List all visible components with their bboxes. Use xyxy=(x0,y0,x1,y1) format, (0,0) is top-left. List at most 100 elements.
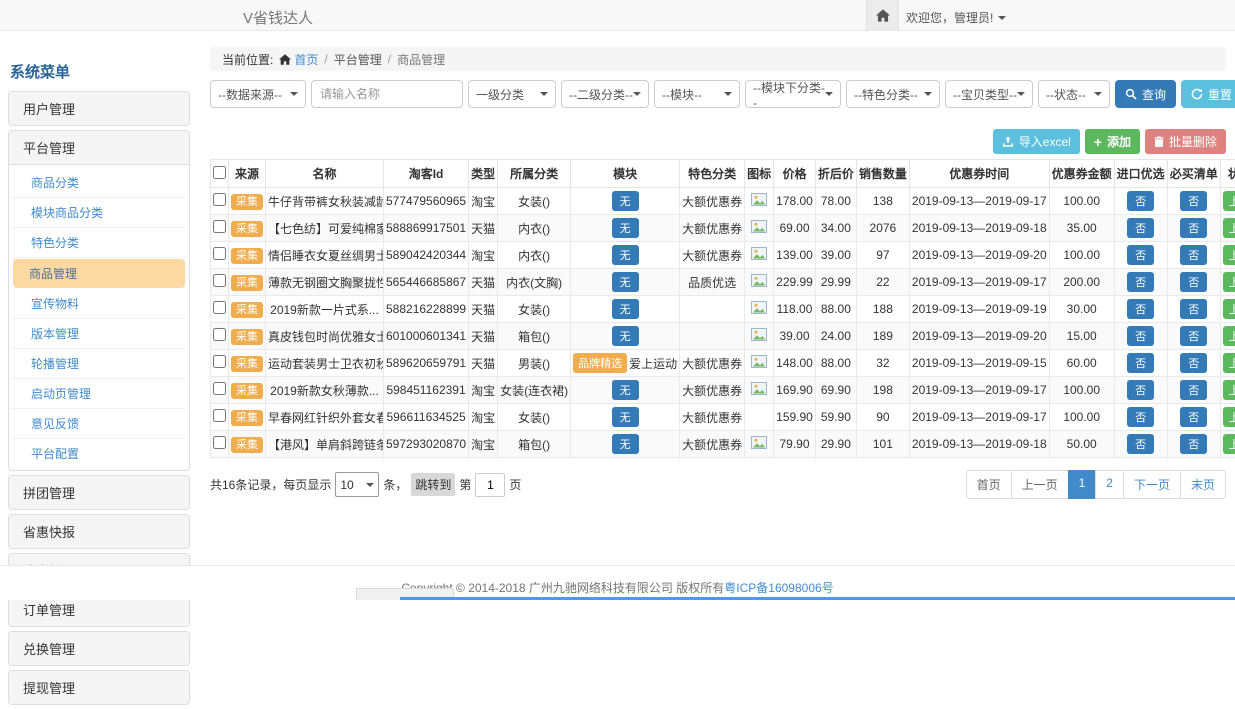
import-select-toggle[interactable]: 否 xyxy=(1127,191,1154,211)
pager-button[interactable]: 2 xyxy=(1095,470,1124,499)
import-select-toggle[interactable]: 否 xyxy=(1127,299,1154,319)
must-buy-toggle[interactable]: 否 xyxy=(1180,353,1207,373)
filter-select-feature-category[interactable]: --特色分类-- xyxy=(846,80,940,108)
import-select-toggle[interactable]: 否 xyxy=(1127,434,1154,454)
row-checkbox[interactable] xyxy=(213,220,226,233)
status-badge[interactable]: 上架 xyxy=(1223,380,1235,400)
module-cell: 无 xyxy=(571,188,680,215)
bulk-delete-button[interactable]: 批量删除 xyxy=(1145,129,1226,154)
filter-select-level2-category[interactable]: --二级分类-- xyxy=(561,80,649,108)
import-select-toggle[interactable]: 否 xyxy=(1127,218,1154,238)
sidebar-section-header[interactable]: 省惠快报 xyxy=(9,515,189,548)
must-buy-toggle[interactable]: 否 xyxy=(1180,299,1207,319)
status-badge[interactable]: 上架 xyxy=(1223,191,1235,211)
status-badge[interactable]: 上架 xyxy=(1223,245,1235,265)
pager-button[interactable]: 上一页 xyxy=(1011,470,1069,499)
table-row: 采集真皮钱包时尚优雅女士...601000601341天猫箱包()无39.002… xyxy=(211,323,1235,350)
row-checkbox[interactable] xyxy=(213,409,226,422)
sidebar-item[interactable]: 意见反馈 xyxy=(11,409,187,439)
filter-select-module[interactable]: --模块-- xyxy=(654,80,740,108)
table-row: 采集2019新款一片式系...588216228899天猫女装()无118.00… xyxy=(211,296,1235,323)
sidebar-item[interactable]: 模块商品分类 xyxy=(11,198,187,228)
product-image-icon xyxy=(751,355,767,368)
status-badge[interactable]: 上架 xyxy=(1223,299,1235,319)
status-badge[interactable]: 上架 xyxy=(1223,434,1235,454)
status-badge[interactable]: 上架 xyxy=(1223,218,1235,238)
page-size-select[interactable]: 10 xyxy=(335,472,379,497)
filter-select-level1-category[interactable]: 一级分类 xyxy=(468,80,556,108)
import-select-toggle[interactable]: 否 xyxy=(1127,353,1154,373)
sidebar-section-header[interactable]: 平台管理 xyxy=(9,131,189,165)
row-checkbox[interactable] xyxy=(213,274,226,287)
user-menu[interactable]: 欢迎您，管理员! xyxy=(906,9,1006,26)
home-button[interactable] xyxy=(866,0,899,30)
pager-button[interactable]: 首页 xyxy=(966,470,1012,499)
sidebar-item[interactable]: 轮播管理 xyxy=(11,349,187,379)
search-name-input[interactable] xyxy=(311,80,463,108)
row-checkbox[interactable] xyxy=(213,382,226,395)
icp-link[interactable]: 粤ICP备16098006号 xyxy=(724,581,833,595)
sidebar-item[interactable]: 启动页管理 xyxy=(11,379,187,409)
status-badge[interactable]: 上架 xyxy=(1223,353,1235,373)
sidebar-item[interactable]: 商品分类 xyxy=(11,168,187,198)
must-buy-toggle[interactable]: 否 xyxy=(1180,272,1207,292)
reset-button[interactable]: 重置 xyxy=(1181,80,1235,108)
jump-button[interactable]: 跳转到 xyxy=(411,473,455,496)
pagination-bar: 共16条记录，每页显示 10 条， 跳转到 第 页 首页上一页12下一页末页 xyxy=(210,470,1226,499)
query-button[interactable]: 查询 xyxy=(1115,80,1176,108)
module-cell: 无 xyxy=(571,377,680,404)
pager-button[interactable]: 末页 xyxy=(1180,470,1226,499)
filter-select-status[interactable]: --状态-- xyxy=(1038,80,1110,108)
row-checkbox[interactable] xyxy=(213,247,226,260)
icon-cell xyxy=(745,404,774,431)
chevron-down-icon xyxy=(540,92,548,100)
add-button[interactable]: + 添加 xyxy=(1085,129,1140,154)
filter-select-label: --二级分类-- xyxy=(569,86,633,103)
coupon-time-cell: 2019-09-13—2019-09-20 xyxy=(909,323,1049,350)
filter-select-data-source[interactable]: --数据来源-- xyxy=(210,80,306,108)
feature-category-cell: 大额优惠券 xyxy=(680,188,745,215)
must-buy-toggle[interactable]: 否 xyxy=(1180,407,1207,427)
sidebar-section-header[interactable]: 用户管理 xyxy=(9,92,189,125)
row-checkbox[interactable] xyxy=(213,301,226,314)
must-buy-toggle[interactable]: 否 xyxy=(1180,380,1207,400)
sales-count-cell: 138 xyxy=(856,188,909,215)
filter-select-item-type[interactable]: --宝贝类型-- xyxy=(945,80,1033,108)
breadcrumb-home-link[interactable]: 首页 xyxy=(279,51,318,68)
sidebar-section-header[interactable]: 拼团管理 xyxy=(9,476,189,509)
filter-select-module-sub-category[interactable]: --模块下分类-- xyxy=(745,80,841,108)
status-badge[interactable]: 上架 xyxy=(1223,326,1235,346)
sidebar-item[interactable]: 宣传物料 xyxy=(11,289,187,319)
import-select-toggle[interactable]: 否 xyxy=(1127,326,1154,346)
row-checkbox[interactable] xyxy=(213,355,226,368)
import-select-toggle[interactable]: 否 xyxy=(1127,272,1154,292)
status-badge[interactable]: 上架 xyxy=(1223,272,1235,292)
sidebar-item[interactable]: 特色分类 xyxy=(11,228,187,258)
import-select-toggle[interactable]: 否 xyxy=(1127,380,1154,400)
must-buy-toggle[interactable]: 否 xyxy=(1180,245,1207,265)
sidebar-section-header[interactable]: 提现管理 xyxy=(9,671,189,704)
import-select-toggle[interactable]: 否 xyxy=(1127,245,1154,265)
sidebar-item[interactable]: 版本管理 xyxy=(11,319,187,349)
must-buy-toggle[interactable]: 否 xyxy=(1180,326,1207,346)
must-buy-toggle[interactable]: 否 xyxy=(1180,434,1207,454)
row-checkbox[interactable] xyxy=(213,436,226,449)
pager-button[interactable]: 下一页 xyxy=(1123,470,1181,499)
row-checkbox[interactable] xyxy=(213,193,226,206)
import-excel-button[interactable]: 导入excel xyxy=(993,129,1080,154)
pager-current-page[interactable]: 1 xyxy=(1068,470,1097,499)
select-all-checkbox[interactable] xyxy=(213,166,226,179)
row-checkbox[interactable] xyxy=(213,328,226,341)
must-buy-toggle[interactable]: 否 xyxy=(1180,191,1207,211)
module-badge: 无 xyxy=(612,218,639,238)
source-cell: 采集 xyxy=(229,323,266,350)
import-select-cell: 否 xyxy=(1114,350,1167,377)
import-select-toggle[interactable]: 否 xyxy=(1127,407,1154,427)
sidebar-section-header[interactable]: 兑换管理 xyxy=(9,632,189,665)
status-badge[interactable]: 上架 xyxy=(1223,407,1235,427)
sidebar-item[interactable]: 商品管理 xyxy=(13,259,185,288)
page-number-input[interactable] xyxy=(475,473,505,497)
sidebar-item[interactable]: 平台配置 xyxy=(11,439,187,468)
must-buy-toggle[interactable]: 否 xyxy=(1180,218,1207,238)
price-cell: 229.99 xyxy=(774,269,816,296)
